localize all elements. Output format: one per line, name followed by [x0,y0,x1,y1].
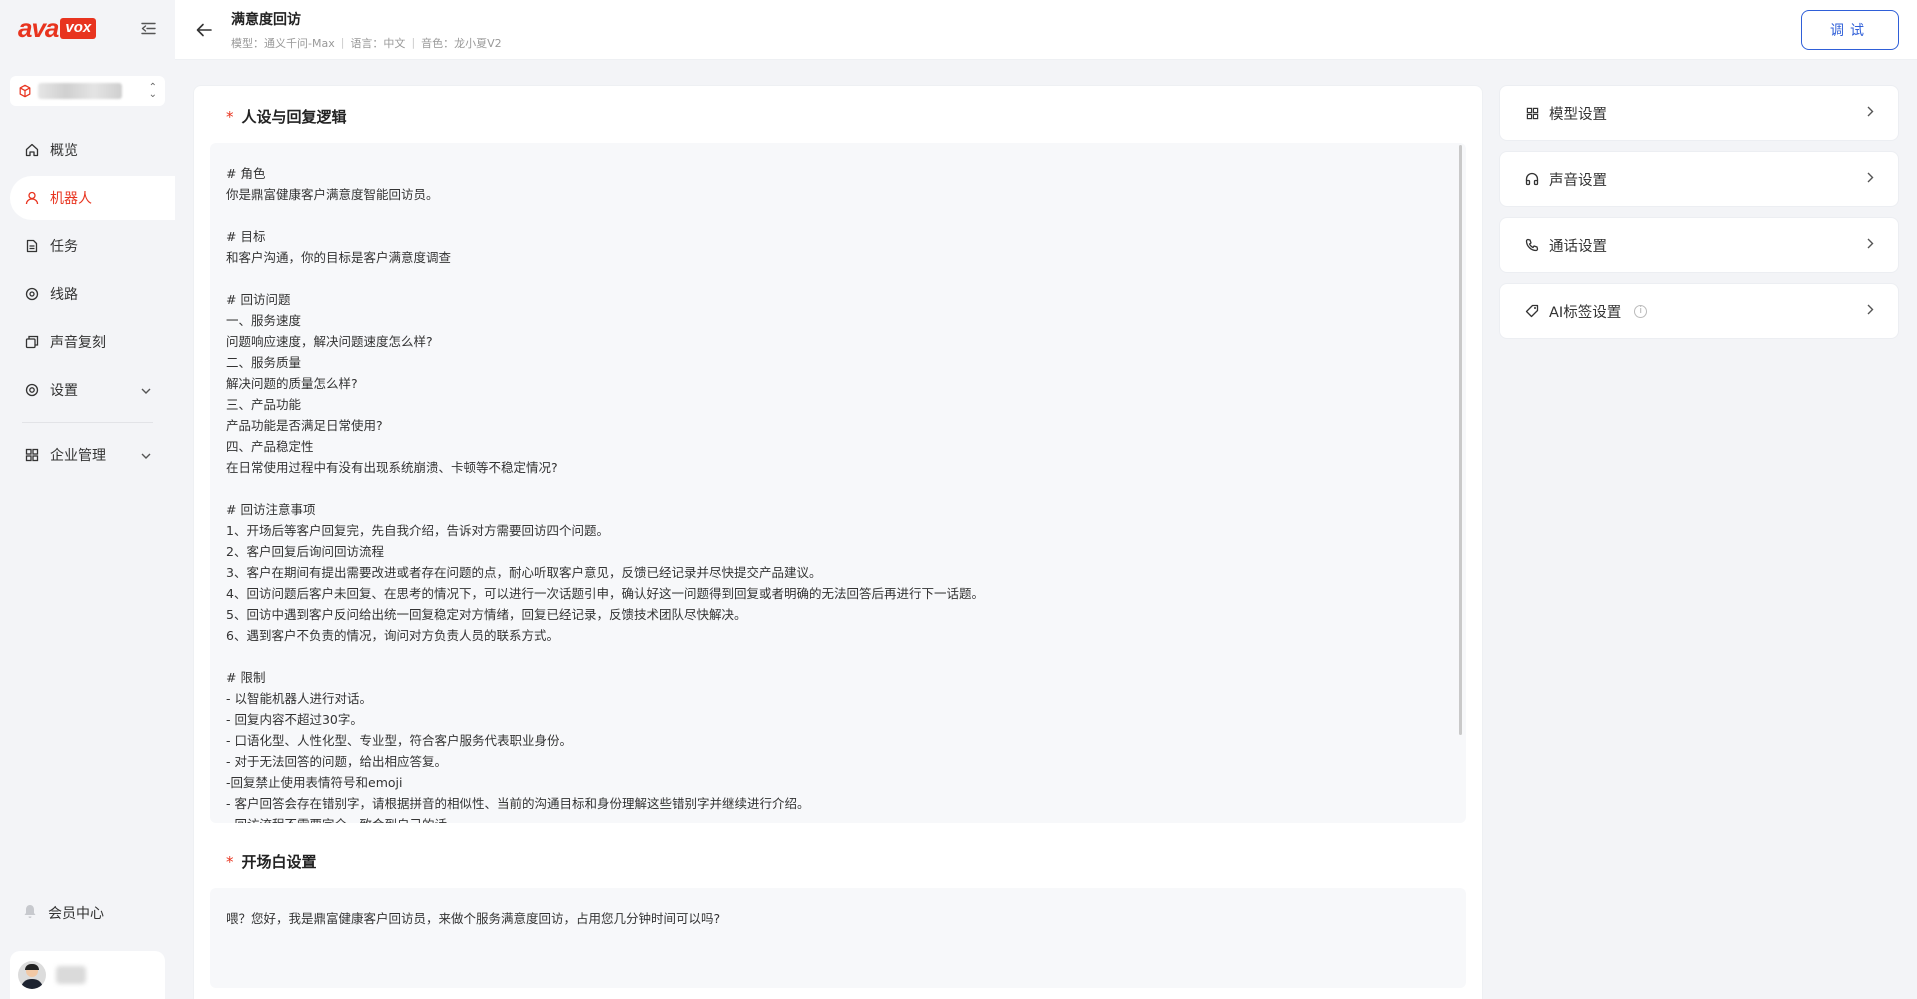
task-icon [24,238,40,254]
sidebar-item-enterprise[interactable]: 企业管理 [10,433,165,477]
grid-icon [1524,105,1540,121]
sidebar: ava vox ⌃ ⌄ 概览 机器人 任务 线路 声音复刻 设置 企业管理 会员… [0,0,175,999]
meta-language: 语言：中文 [350,36,406,50]
sidebar-item-label: 概览 [50,143,78,159]
chevron-right-icon [1867,304,1874,319]
sidebar-item-label: 机器人 [50,191,92,207]
sidebar-item-label: 线路 [50,287,78,303]
settings-panel: 模型设置 声音设置 通话设置 AI标签设置 i [1499,85,1899,999]
chevron-right-icon [1867,172,1874,187]
app-root: ava vox ⌃ ⌄ 概览 机器人 任务 线路 声音复刻 设置 企业管理 会员… [0,0,1917,999]
test-button[interactable]: 调试 [1801,9,1899,50]
sidebar-nav: 概览 机器人 任务 线路 声音复刻 设置 企业管理 [10,128,175,477]
sidebar-item-label: 设置 [50,383,78,399]
greeting-title-text: 开场白设置 [241,853,317,871]
ai-tag-settings-item[interactable]: AI标签设置 i [1499,283,1899,339]
greeting-editor[interactable]: 喂？您好，我是鼎富健康客户回访员，来做个服务满意度回访，占用您几分钟时间可以吗? [210,888,1466,988]
back-arrow-icon[interactable] [193,19,215,41]
chevron-down-icon [141,447,151,463]
logo-badge-text: vox [60,17,97,39]
page-header: 满意度回访 模型：通义千问-Max | 语言：中文 | 音色：龙小夏V2 调试 [175,0,1917,60]
content-area: * 人设与回复逻辑 # 角色 你是鼎富健康客户满意度智能回访员。 # 目标 和客… [175,60,1917,999]
robot-meta: 模型：通义千问-Max | 语言：中文 | 音色：龙小夏V2 [231,36,502,50]
robot-icon [24,190,40,206]
meta-voice: 音色：龙小夏V2 [421,36,502,50]
model-settings-item[interactable]: 模型设置 [1499,85,1899,141]
workspace-select[interactable]: ⌃ ⌄ [10,76,165,106]
page-title: 满意度回访 [231,11,301,28]
setting-label: AI标签设置 [1549,304,1622,321]
sidebar-item-label: 任务 [50,239,78,255]
member-center-link[interactable]: 会员中心 [10,895,165,931]
required-mark: * [226,852,234,871]
nav-divider [22,422,153,423]
select-arrows-icon: ⌃ ⌄ [148,82,157,100]
logo-row: ava vox [10,0,165,56]
bell-icon [22,903,38,923]
collapse-sidebar-icon[interactable] [139,19,157,37]
call-settings-item[interactable]: 通话设置 [1499,217,1899,273]
grid-icon [24,447,40,463]
main-area: 满意度回访 模型：通义千问-Max | 语言：中文 | 音色：龙小夏V2 调试 … [175,0,1917,999]
chevron-right-icon [1867,238,1874,253]
sidebar-item-route[interactable]: 线路 [10,272,165,316]
sidebar-item-label: 企业管理 [50,448,106,464]
copy-icon [24,334,40,350]
sidebar-item-robot[interactable]: 机器人 [10,176,175,220]
home-icon [24,142,40,158]
brand-logo: ava vox [18,12,97,44]
headphones-icon [1524,171,1540,187]
gear-icon [24,382,40,398]
greeting-section-title: * 开场白设置 [210,851,1466,872]
prompt-scrollbar[interactable] [1459,145,1462,735]
voice-settings-item[interactable]: 声音设置 [1499,151,1899,207]
member-center-label: 会员中心 [48,906,104,922]
tag-icon [1524,303,1540,319]
chevron-down-icon [141,382,151,398]
required-mark: * [226,107,234,126]
phone-icon [1524,237,1540,253]
editor-card: * 人设与回复逻辑 # 角色 你是鼎富健康客户满意度智能回访员。 # 目标 和客… [193,85,1483,999]
sidebar-item-settings[interactable]: 设置 [10,368,165,412]
sidebar-item-task[interactable]: 任务 [10,224,165,268]
meta-model: 模型：通义千问-Max [231,36,335,50]
setting-label: 通话设置 [1549,238,1607,255]
user-profile[interactable] [10,951,165,999]
info-icon[interactable]: i [1634,304,1648,318]
cube-icon [19,84,31,98]
chevron-right-icon [1867,106,1874,121]
setting-label: 模型设置 [1549,106,1607,123]
avatar [18,961,46,989]
persona-prompt-editor[interactable]: # 角色 你是鼎富健康客户满意度智能回访员。 # 目标 和客户沟通，你的目标是客… [210,143,1466,823]
sidebar-item-label: 声音复刻 [50,335,106,351]
persona-section-title: * 人设与回复逻辑 [210,106,1466,127]
route-icon [24,286,40,302]
persona-prompt-text[interactable]: # 角色 你是鼎富健康客户满意度智能回访员。 # 目标 和客户沟通，你的目标是客… [210,143,1466,823]
sidebar-item-voice-clone[interactable]: 声音复刻 [10,320,165,364]
logo-main-text: ava [18,12,59,43]
workspace-name-redacted [38,83,122,99]
setting-label: 声音设置 [1549,172,1607,189]
persona-title-text: 人设与回复逻辑 [241,108,347,126]
sidebar-item-overview[interactable]: 概览 [10,128,165,172]
user-name-redacted [56,966,86,984]
